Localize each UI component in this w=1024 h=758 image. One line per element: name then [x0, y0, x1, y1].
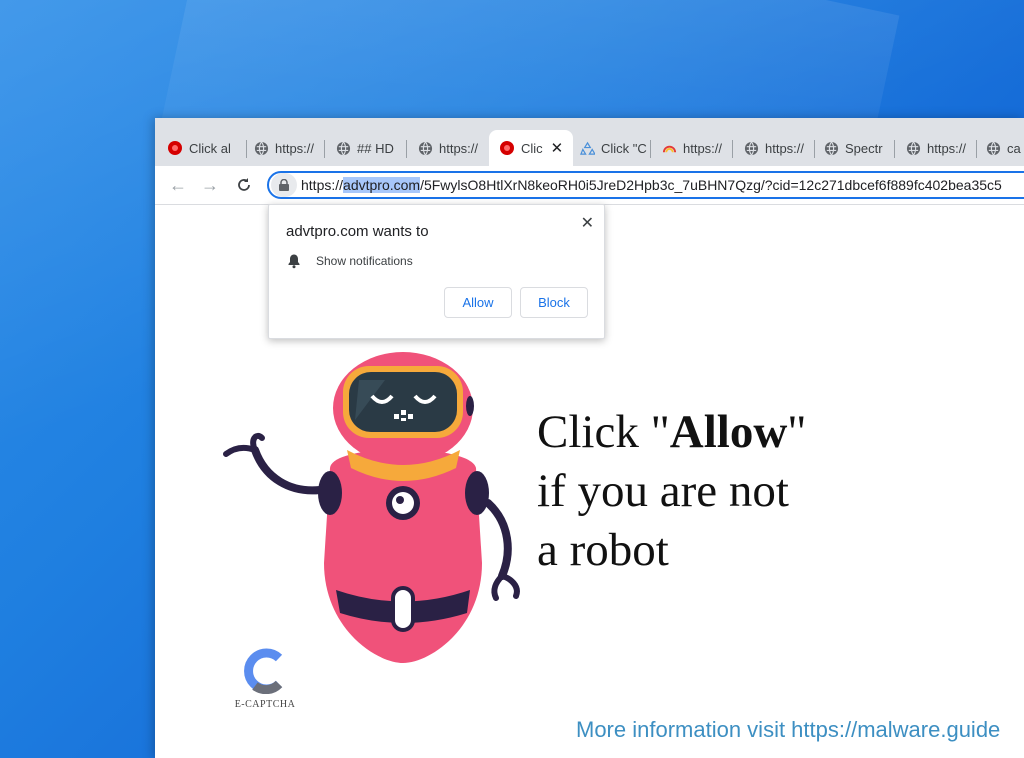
url-text: https://advtpro.com/5FwylsO8HtlXrN8keoRH… — [301, 177, 1002, 193]
ecaptcha-logo: E-CAPTCHA — [225, 648, 305, 710]
recycle-icon — [579, 140, 595, 156]
globe-icon — [823, 140, 839, 156]
headline-line-3: a robot — [537, 524, 669, 576]
bell-icon — [288, 254, 300, 269]
globe-icon — [335, 140, 351, 156]
lock-icon[interactable] — [271, 173, 297, 197]
forward-arrow-icon[interactable]: → — [199, 174, 221, 196]
tab-6[interactable]: Click "C — [579, 130, 651, 166]
tab-close-icon[interactable]: ✕ — [551, 139, 564, 157]
block-button[interactable]: Block — [520, 287, 588, 318]
popup-title: advtpro.com wants to — [286, 223, 429, 240]
browser-toolbar: ← → https://advtpro.com/5FwylsO8HtlXrN8k… — [155, 166, 1024, 205]
tab-1[interactable]: Click al — [167, 130, 247, 166]
tab-4[interactable]: https:// — [417, 130, 489, 166]
globe-icon — [743, 140, 759, 156]
permission-row: Show notifications — [286, 253, 413, 269]
tab-2[interactable]: https:// — [253, 130, 325, 166]
permission-label: Show notifications — [316, 254, 413, 268]
browser-window: Click al https:// ## HD https:// Clic ✕ … — [155, 118, 1024, 758]
robot-illustration — [223, 352, 520, 663]
url-domain: advtpro.com — [343, 177, 421, 193]
red-circle-icon — [499, 140, 515, 156]
headline-line-2: if you are not — [537, 465, 789, 517]
reload-icon[interactable] — [233, 174, 255, 196]
tab-3[interactable]: ## HD — [335, 130, 407, 166]
globe-icon — [905, 140, 921, 156]
tab-8[interactable]: https:// — [743, 130, 815, 166]
watermark-text: More information visit https://malware.g… — [576, 717, 1001, 742]
tab-9[interactable]: Spectr — [823, 130, 895, 166]
globe-icon — [985, 140, 1001, 156]
headline-text: Click "Allow" if you are not a robot — [537, 403, 806, 580]
headline-line-1: Click "Allow" — [537, 406, 807, 458]
logo-text: E-CAPTCHA — [234, 699, 296, 710]
captcha-c-icon — [244, 648, 283, 695]
tab-11[interactable]: ca — [985, 130, 1024, 166]
globe-icon — [253, 140, 269, 156]
allow-button[interactable]: Allow — [444, 287, 512, 318]
tab-strip: Click al https:// ## HD https:// Clic ✕ … — [155, 118, 1024, 166]
tab-10[interactable]: https:// — [905, 130, 977, 166]
back-arrow-icon[interactable]: ← — [167, 174, 189, 196]
address-bar[interactable]: https://advtpro.com/5FwylsO8HtlXrN8keoRH… — [267, 171, 1024, 199]
close-icon[interactable]: ✕ — [581, 213, 594, 233]
globe-icon — [417, 140, 433, 156]
notification-permission-popup: advtpro.com wants to ✕ Show notification… — [268, 204, 605, 339]
tab-5-active[interactable]: Clic ✕ — [489, 130, 573, 166]
red-circle-icon — [167, 140, 183, 156]
rainbow-icon — [661, 140, 677, 156]
tab-7[interactable]: https:// — [661, 130, 733, 166]
